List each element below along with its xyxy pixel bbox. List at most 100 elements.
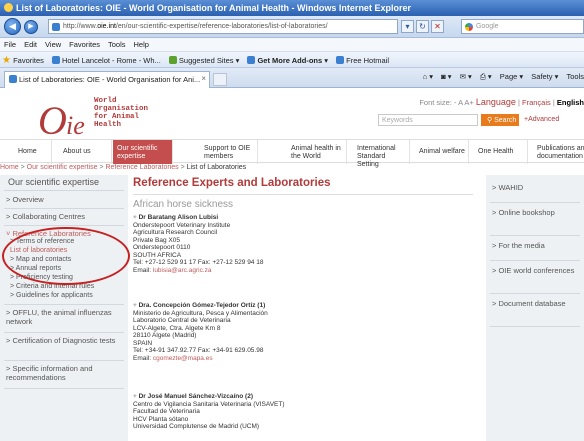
expert-name-text: Dr José Manuel Sánchez-Vizcaíno (2) — [138, 393, 253, 400]
back-button[interactable]: ◀ — [4, 18, 21, 35]
sidebar-link-conferences[interactable]: > OIE world conferences — [492, 266, 580, 275]
forward-button[interactable]: ▶ — [24, 20, 38, 34]
oie-logo[interactable]: O ie — [34, 94, 94, 140]
refresh-button[interactable]: ↻ — [416, 20, 429, 33]
nav-home[interactable]: Home — [0, 140, 52, 164]
sidebar-item-label: Certification of Diagnostic tests — [12, 336, 116, 345]
breadcrumb-reference-laboratories[interactable]: Reference Laboratories — [105, 164, 178, 171]
nav-publications[interactable]: Publications and documentation — [529, 140, 584, 164]
logo-line: World — [94, 97, 117, 105]
sidebar-item-label: Guidelines for applicants — [16, 292, 93, 299]
breadcrumb-separator: > — [18, 164, 27, 171]
nav-support-members[interactable]: Support to OIE members — [174, 140, 258, 164]
divider — [4, 190, 124, 191]
search-button[interactable]: ⚲ Search — [481, 114, 519, 126]
nav-standard-setting[interactable]: International Standard Setting — [348, 140, 410, 168]
favorite-suggested-sites[interactable]: Suggested Sites ▾ — [167, 53, 243, 65]
feeds-icon[interactable]: ◙ ▾ — [441, 72, 451, 81]
font-size-label: Font size: — [419, 98, 454, 107]
sidebar-item-collaborating-centres[interactable]: > Collaborating Centres — [6, 212, 85, 221]
right-sidebar: > WAHID > Online bookshop > For the medi… — [486, 175, 584, 441]
divider — [490, 293, 580, 294]
expert-name[interactable]: + Dr José Manuel Sánchez-Vizcaíno (2) — [133, 393, 463, 401]
menu-favorites[interactable]: Favorites — [65, 38, 104, 49]
favorite-hotel-lancelot[interactable]: Hotel Lancelot - Rome - Wh... — [50, 53, 165, 65]
logo-text: World Organisation for Animal Health — [94, 97, 148, 129]
font-size-controls[interactable]: - A A+ — [454, 98, 474, 107]
browser-tab[interactable]: List of Laboratories: OIE - World Organi… — [4, 71, 210, 88]
address-line: Facultad de Veterinaria — [133, 408, 200, 415]
sidebar-subitem-guidelines[interactable]: > Guidelines for applicants — [10, 292, 93, 299]
lang-french-link[interactable]: Français — [522, 98, 551, 107]
left-sidebar: Our scientific expertise > Overview > Co… — [0, 175, 128, 441]
sidebar-link-wahid[interactable]: > WAHID — [492, 183, 580, 192]
address-line: LCV-Algete, Ctra. Algete Km 8 — [133, 324, 221, 332]
favorite-label: Free Hotmail — [346, 56, 390, 65]
stop-button[interactable]: ✕ — [431, 20, 444, 33]
page-favicon-icon — [52, 23, 60, 31]
sidebar-link-document-database[interactable]: > Document database — [492, 299, 580, 308]
email-link[interactable]: cgomezte@mapa.es — [153, 355, 213, 362]
new-tab-button[interactable] — [213, 73, 227, 86]
menu-edit[interactable]: Edit — [20, 38, 41, 49]
email-link[interactable]: lubisia@arc.agric.za — [153, 267, 212, 274]
favorite-free-hotmail[interactable]: Free Hotmail — [334, 53, 393, 65]
sidebar-item-label: OFFLU, the animal influenzas network — [6, 308, 112, 326]
breadcrumb-current: List of Laboratories — [186, 164, 247, 171]
breadcrumb-scientific-expertise[interactable]: Our scientific expertise — [27, 164, 98, 171]
nav-animal-health[interactable]: Animal health in the World — [259, 140, 347, 164]
nav-about[interactable]: About us — [52, 140, 112, 164]
advanced-search-link[interactable]: +Advanced — [524, 116, 559, 123]
nav-animal-welfare[interactable]: Animal welfare — [411, 140, 469, 164]
divider — [490, 326, 580, 327]
divider — [4, 332, 124, 333]
address-line: Onderstepoort Veterinary Institute — [133, 221, 231, 229]
sidebar-link-label: Online bookshop — [498, 208, 555, 217]
sidebar-item-specific-info[interactable]: > Specific information and recommendatio… — [6, 364, 124, 382]
sidebar-link-label: For the media — [498, 241, 545, 250]
favorite-get-addons[interactable]: Get More Add-ons ▾ — [245, 53, 332, 65]
expert-name-text: Dra. Concepción Gómez-Tejedor Ortiz (1) — [138, 302, 266, 309]
address-bar[interactable]: http://www.oie.int/en/our-scientific-exp… — [48, 19, 398, 34]
menu-file[interactable]: File — [0, 38, 20, 49]
search-input[interactable]: Google — [461, 19, 584, 34]
address-line: 28110 Algete (Madrid) — [133, 332, 197, 339]
divider — [4, 360, 124, 361]
address-line: Onderstepoort 0110 — [133, 244, 191, 251]
logo-line: Organisation — [94, 105, 149, 113]
google-icon — [465, 23, 473, 31]
expert-name[interactable]: + Dra. Concepción Gómez-Tejedor Ortiz (1… — [133, 302, 463, 310]
divider — [490, 235, 580, 236]
menu-tools[interactable]: Tools — [104, 38, 130, 49]
favorites-button[interactable]: ★ Favorites — [0, 52, 48, 66]
sidebar-link-bookshop[interactable]: > Online bookshop — [492, 208, 580, 217]
sidebar-item-offlu[interactable]: > OFFLU, the animal influenzas network — [6, 308, 124, 326]
sidebar-link-media[interactable]: > For the media — [492, 241, 580, 250]
compatibility-view-button[interactable]: ▾ — [401, 20, 414, 33]
address-line: SOUTH AFRICA — [133, 251, 182, 259]
sidebar-item-certification[interactable]: > Certification of Diagnostic tests — [6, 336, 124, 345]
url-host: oie.int — [97, 23, 116, 30]
print-icon[interactable]: ⎙ ▾ — [480, 72, 492, 81]
page-menu[interactable]: Page ▾ — [500, 72, 523, 81]
email-label: Email: — [133, 266, 153, 274]
menu-view[interactable]: View — [41, 38, 65, 49]
keywords-input[interactable]: Keywords — [378, 114, 478, 126]
nav-one-health[interactable]: One Health — [470, 140, 528, 164]
safety-menu[interactable]: Safety ▾ — [531, 72, 558, 81]
divider — [4, 388, 124, 389]
nav-scientific-expertise[interactable]: Our scientific expertise — [113, 140, 173, 164]
tools-menu[interactable]: Tools — [566, 72, 584, 81]
language-label: Language — [475, 97, 516, 107]
home-icon[interactable]: ⌂ ▾ — [423, 72, 433, 81]
divider — [133, 194, 473, 195]
lang-english-link[interactable]: English — [557, 98, 584, 107]
expert-name[interactable]: + Dr Baratang Alison Lubisi — [133, 214, 463, 222]
breadcrumb-home[interactable]: Home — [0, 164, 19, 171]
favicon-icon — [9, 75, 17, 83]
close-tab-icon[interactable]: × — [201, 74, 206, 83]
mail-icon[interactable]: ✉ ▾ — [460, 72, 472, 81]
sidebar-item-overview[interactable]: > Overview — [6, 195, 44, 204]
menu-help[interactable]: Help — [130, 38, 153, 49]
sidebar-title: Our scientific expertise — [8, 177, 100, 187]
